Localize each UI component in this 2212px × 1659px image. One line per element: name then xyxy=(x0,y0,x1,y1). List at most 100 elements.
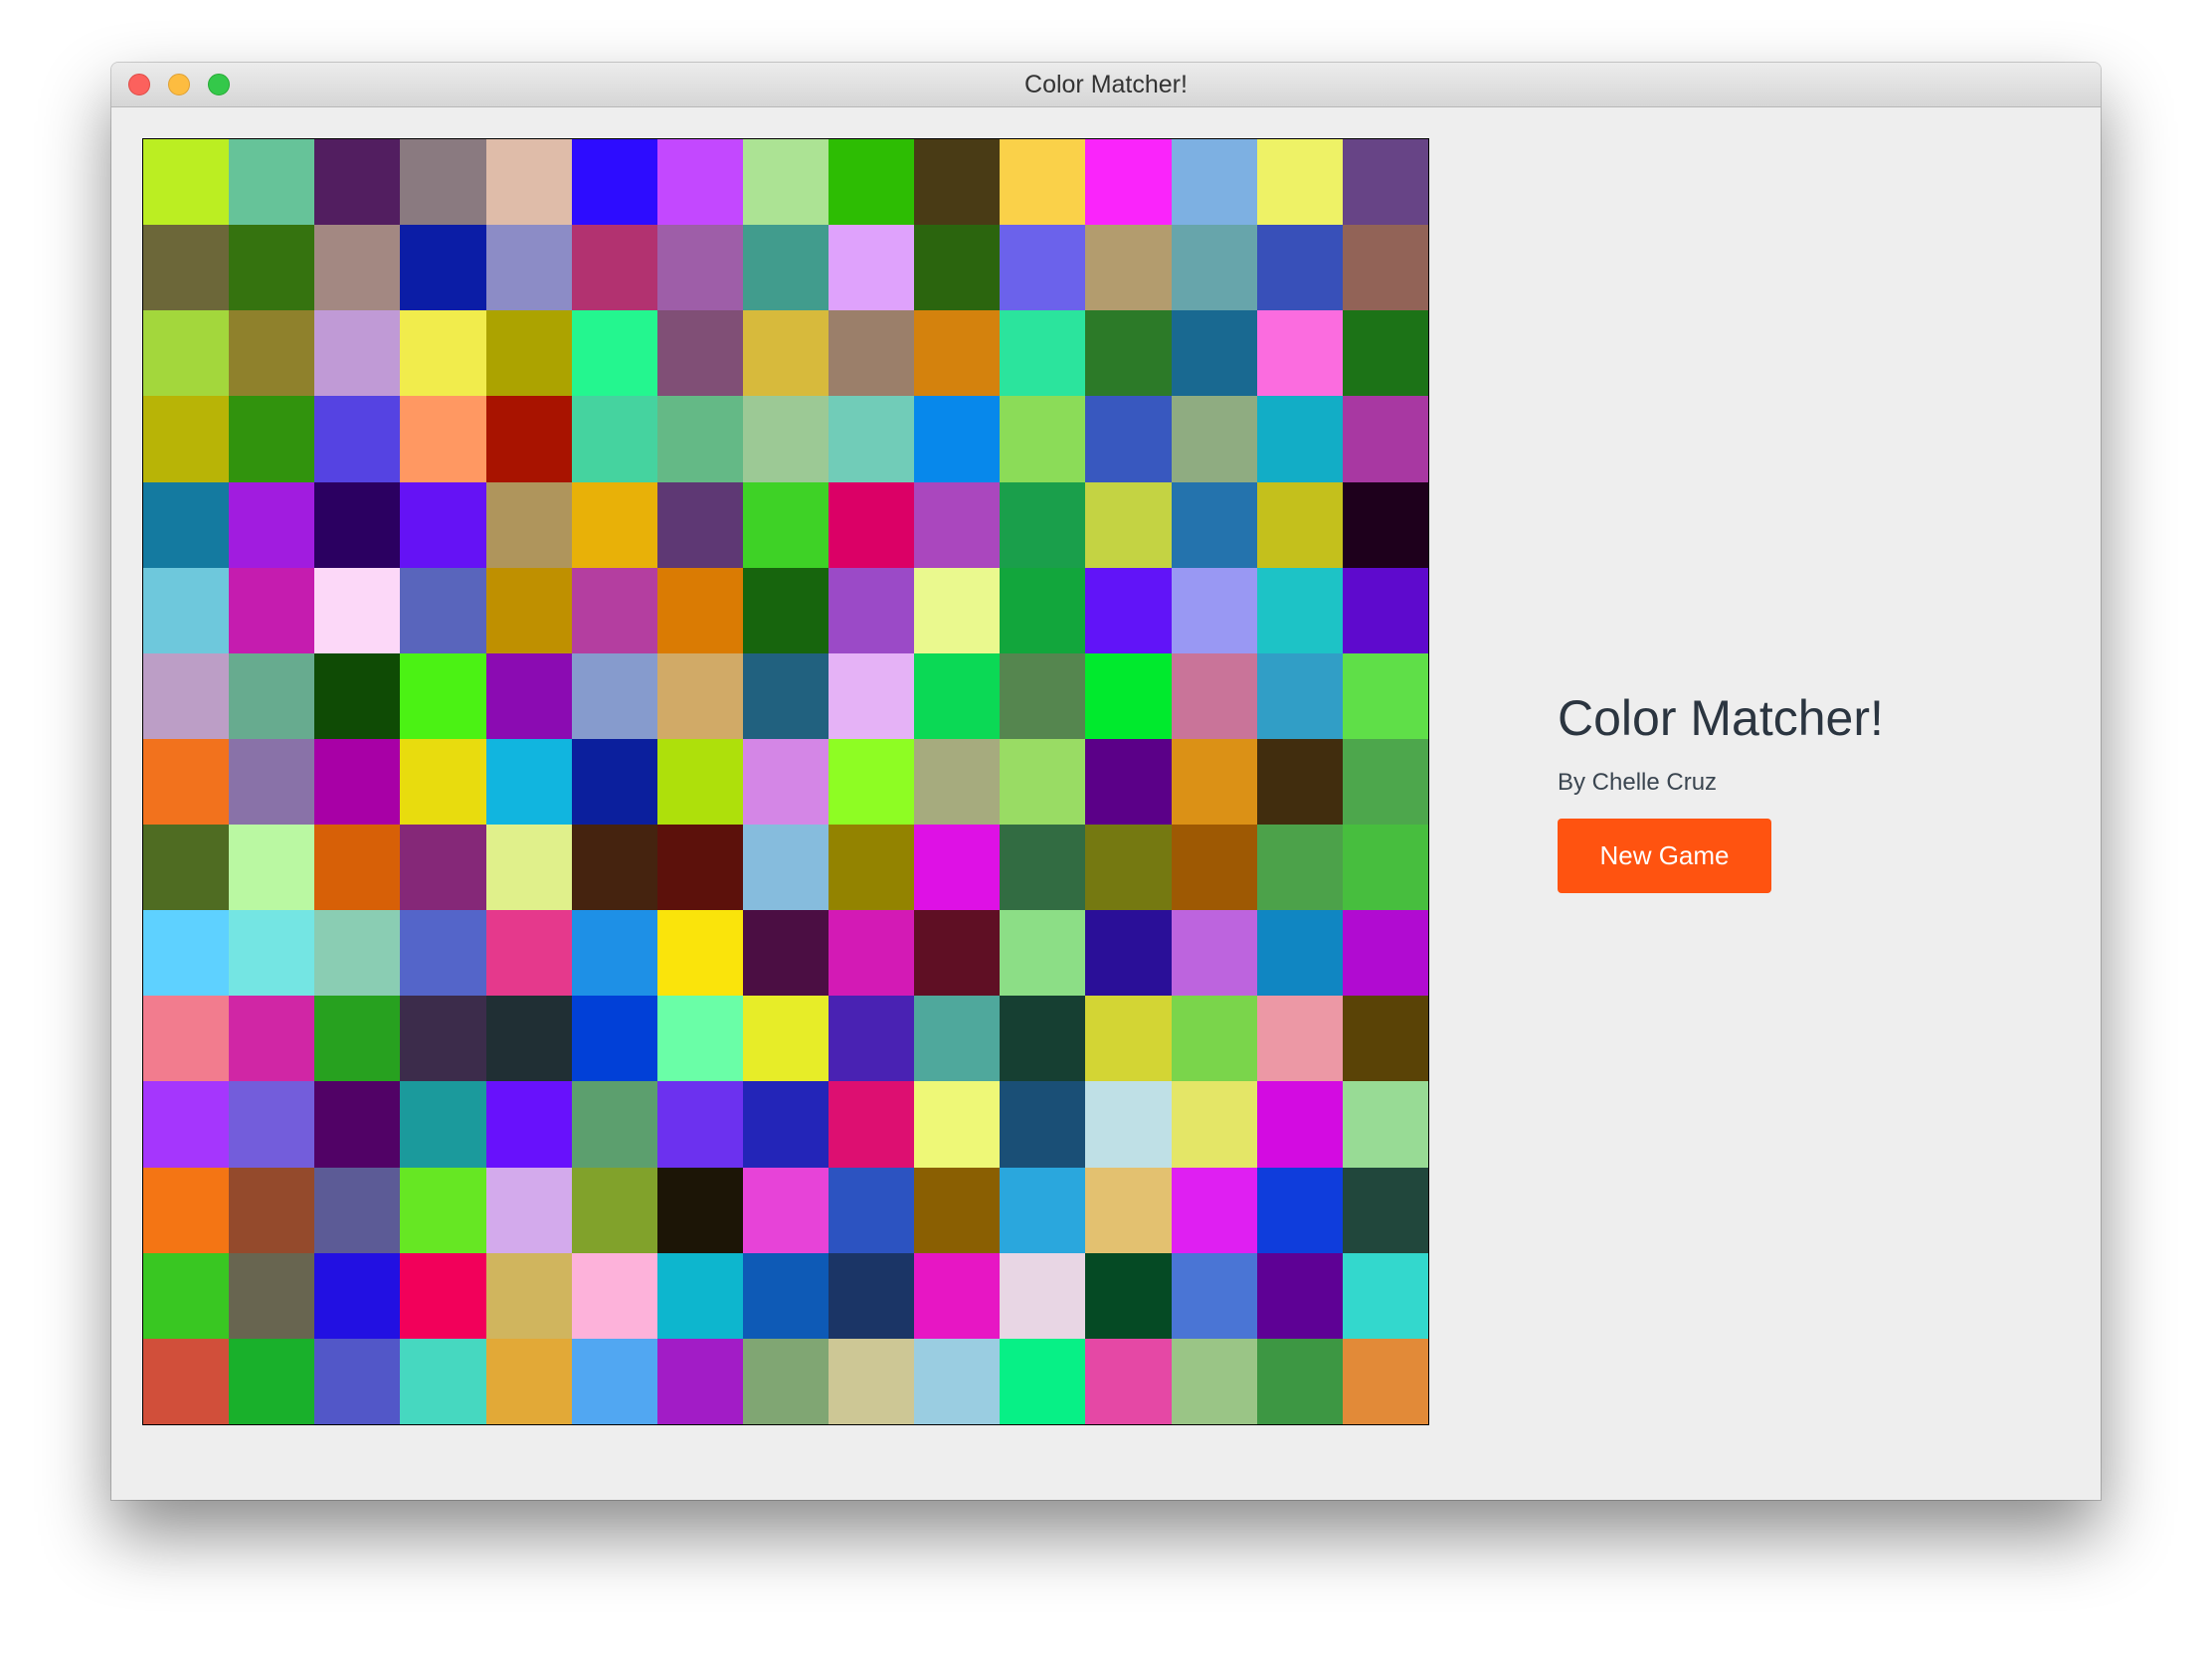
color-tile[interactable] xyxy=(485,1081,572,1168)
color-tile[interactable] xyxy=(314,1338,401,1424)
color-tile[interactable] xyxy=(143,310,230,397)
color-tile[interactable] xyxy=(1085,1167,1172,1253)
color-tile[interactable] xyxy=(1342,567,1428,653)
color-tile[interactable] xyxy=(1256,738,1343,826)
color-tile[interactable] xyxy=(1171,567,1257,653)
color-tile[interactable] xyxy=(314,996,401,1082)
color-tile[interactable] xyxy=(656,910,743,997)
color-tile[interactable] xyxy=(143,910,230,997)
color-tile[interactable] xyxy=(914,310,1001,397)
color-tile[interactable] xyxy=(143,1252,230,1339)
color-tile[interactable] xyxy=(914,652,1001,739)
color-tile[interactable] xyxy=(1085,652,1172,739)
color-tile[interactable] xyxy=(742,1252,830,1339)
color-tile[interactable] xyxy=(571,825,657,911)
color-tile[interactable] xyxy=(742,396,830,482)
color-tile[interactable] xyxy=(400,481,486,568)
color-tile[interactable] xyxy=(571,910,657,997)
color-tile[interactable] xyxy=(656,825,743,911)
color-tile[interactable] xyxy=(742,652,830,739)
color-tile[interactable] xyxy=(1085,996,1172,1082)
color-tile[interactable] xyxy=(1171,481,1257,568)
color-tile[interactable] xyxy=(829,567,915,653)
color-tile[interactable] xyxy=(1000,652,1086,739)
color-tile[interactable] xyxy=(229,481,315,568)
color-tile[interactable] xyxy=(914,1081,1001,1168)
color-tile[interactable] xyxy=(1171,910,1257,997)
color-tile[interactable] xyxy=(485,738,572,826)
color-tile[interactable] xyxy=(1342,396,1428,482)
color-tile[interactable] xyxy=(485,825,572,911)
color-tile[interactable] xyxy=(742,567,830,653)
color-tile[interactable] xyxy=(229,567,315,653)
color-tile[interactable] xyxy=(1000,1252,1086,1339)
color-tile[interactable] xyxy=(656,567,743,653)
color-tile[interactable] xyxy=(1171,1252,1257,1339)
color-tile[interactable] xyxy=(1256,481,1343,568)
color-tile[interactable] xyxy=(742,310,830,397)
color-tile[interactable] xyxy=(143,1338,230,1424)
color-tile[interactable] xyxy=(314,825,401,911)
color-tile[interactable] xyxy=(571,139,657,226)
color-tile[interactable] xyxy=(829,1338,915,1424)
color-tile[interactable] xyxy=(400,310,486,397)
color-tile[interactable] xyxy=(742,996,830,1082)
color-tile[interactable] xyxy=(485,910,572,997)
color-tile[interactable] xyxy=(1171,996,1257,1082)
color-tile[interactable] xyxy=(1171,1081,1257,1168)
color-tile[interactable] xyxy=(1000,1167,1086,1253)
color-tile[interactable] xyxy=(229,996,315,1082)
color-tile[interactable] xyxy=(1171,738,1257,826)
color-tile[interactable] xyxy=(1000,225,1086,311)
color-tile[interactable] xyxy=(1256,910,1343,997)
color-tile[interactable] xyxy=(1085,567,1172,653)
color-tile[interactable] xyxy=(400,996,486,1082)
color-tile[interactable] xyxy=(314,481,401,568)
color-tile[interactable] xyxy=(1085,225,1172,311)
color-tile[interactable] xyxy=(829,652,915,739)
color-tile[interactable] xyxy=(229,825,315,911)
color-tile[interactable] xyxy=(229,1167,315,1253)
color-tile[interactable] xyxy=(1256,1167,1343,1253)
color-tile[interactable] xyxy=(1342,1338,1428,1424)
color-tile[interactable] xyxy=(485,1338,572,1424)
color-tile[interactable] xyxy=(914,225,1001,311)
color-tile[interactable] xyxy=(1342,1167,1428,1253)
color-tile[interactable] xyxy=(571,996,657,1082)
color-tile[interactable] xyxy=(1000,567,1086,653)
color-tile[interactable] xyxy=(656,1167,743,1253)
color-tile[interactable] xyxy=(656,139,743,226)
color-tile[interactable] xyxy=(829,1252,915,1339)
color-tile[interactable] xyxy=(1085,825,1172,911)
color-tile[interactable] xyxy=(400,910,486,997)
color-tile[interactable] xyxy=(143,225,230,311)
color-tile[interactable] xyxy=(1000,910,1086,997)
color-tile[interactable] xyxy=(656,652,743,739)
color-tile[interactable] xyxy=(400,567,486,653)
color-tile[interactable] xyxy=(829,996,915,1082)
color-tile[interactable] xyxy=(1171,652,1257,739)
color-tile[interactable] xyxy=(1000,996,1086,1082)
color-tile[interactable] xyxy=(571,738,657,826)
color-tile[interactable] xyxy=(400,738,486,826)
color-tile[interactable] xyxy=(229,1252,315,1339)
color-tile[interactable] xyxy=(143,1081,230,1168)
color-tile[interactable] xyxy=(229,396,315,482)
color-tile[interactable] xyxy=(914,396,1001,482)
color-tile[interactable] xyxy=(571,481,657,568)
color-tile[interactable] xyxy=(914,481,1001,568)
color-tile[interactable] xyxy=(229,910,315,997)
color-tile[interactable] xyxy=(1256,1252,1343,1339)
color-tile[interactable] xyxy=(1085,1338,1172,1424)
color-tile[interactable] xyxy=(1000,481,1086,568)
color-tile[interactable] xyxy=(1342,1081,1428,1168)
color-tile[interactable] xyxy=(1171,1167,1257,1253)
new-game-button[interactable]: New Game xyxy=(1558,819,1771,893)
title-bar[interactable]: Color Matcher! xyxy=(111,63,2101,107)
color-tile[interactable] xyxy=(914,738,1001,826)
color-tile[interactable] xyxy=(742,910,830,997)
color-tile[interactable] xyxy=(229,1338,315,1424)
color-tile[interactable] xyxy=(1171,1338,1257,1424)
color-tile[interactable] xyxy=(229,738,315,826)
color-tile[interactable] xyxy=(1000,310,1086,397)
